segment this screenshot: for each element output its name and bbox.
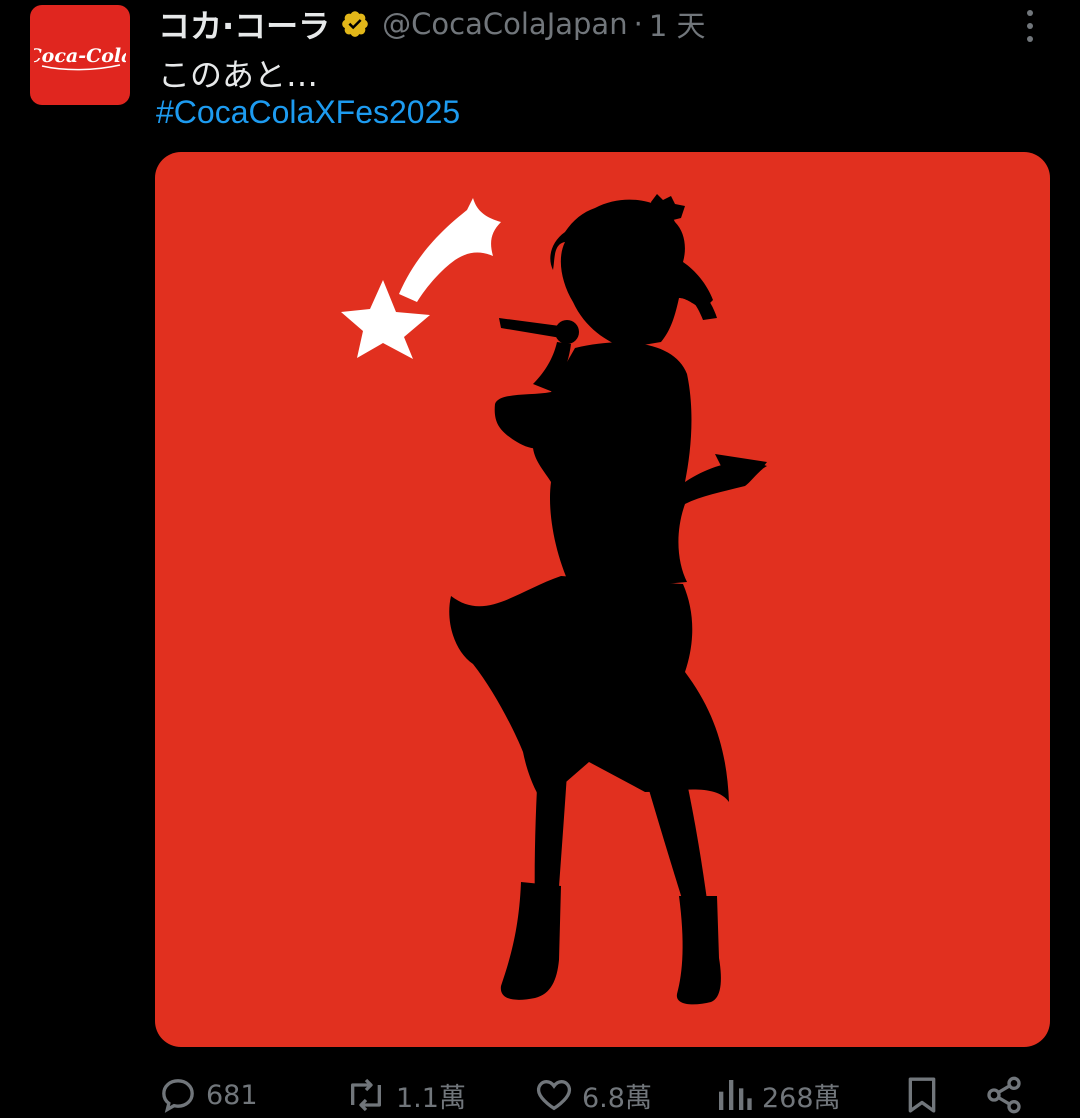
svg-text:Coca-Cola: Coca-Cola xyxy=(34,45,126,67)
verified-badge-icon[interactable] xyxy=(340,9,370,39)
reply-icon xyxy=(162,1079,194,1113)
post-header: コカ·コーラ @CocaColaJapan · 1 天 xyxy=(158,2,705,46)
repost-icon xyxy=(350,1078,381,1112)
share-button[interactable] xyxy=(984,1072,1024,1118)
bookmark-icon xyxy=(908,1077,936,1113)
avatar[interactable]: Coca-Cola xyxy=(30,5,130,105)
heart-icon xyxy=(536,1079,572,1111)
repost-count: 1.1萬 xyxy=(396,1082,466,1114)
views-icon xyxy=(719,1080,752,1110)
share-icon xyxy=(987,1076,1021,1114)
coca-cola-logo: Coca-Cola xyxy=(34,45,126,71)
display-name[interactable]: コカ·コーラ xyxy=(158,1,330,47)
hashtag-link[interactable]: #CocaColaXFes2025 xyxy=(156,94,460,131)
views-button[interactable]: 268萬 xyxy=(714,1072,841,1118)
reply-button[interactable]: 681 xyxy=(158,1072,258,1118)
post-image[interactable] xyxy=(155,152,1050,1047)
handle[interactable]: @CocaColaJapan xyxy=(382,7,627,41)
action-bar: 681 1.1萬 6.8萬 268萬 xyxy=(158,1072,1038,1118)
performer-silhouette xyxy=(449,194,767,1005)
reply-count: 681 xyxy=(206,1079,258,1111)
repost-button[interactable]: 1.1萬 xyxy=(344,1072,466,1118)
separator-dot: · xyxy=(633,7,643,41)
bookmark-button[interactable] xyxy=(902,1072,942,1118)
silhouette-performer-illustration xyxy=(341,194,767,1005)
more-options-icon[interactable] xyxy=(1018,6,1042,46)
shooting-star-icon xyxy=(341,198,501,359)
post-text: このあと… xyxy=(158,56,319,94)
views-count: 268萬 xyxy=(762,1082,841,1114)
like-button[interactable]: 6.8萬 xyxy=(534,1072,652,1118)
timestamp[interactable]: 1 天 xyxy=(649,3,706,45)
like-count: 6.8萬 xyxy=(582,1082,652,1114)
